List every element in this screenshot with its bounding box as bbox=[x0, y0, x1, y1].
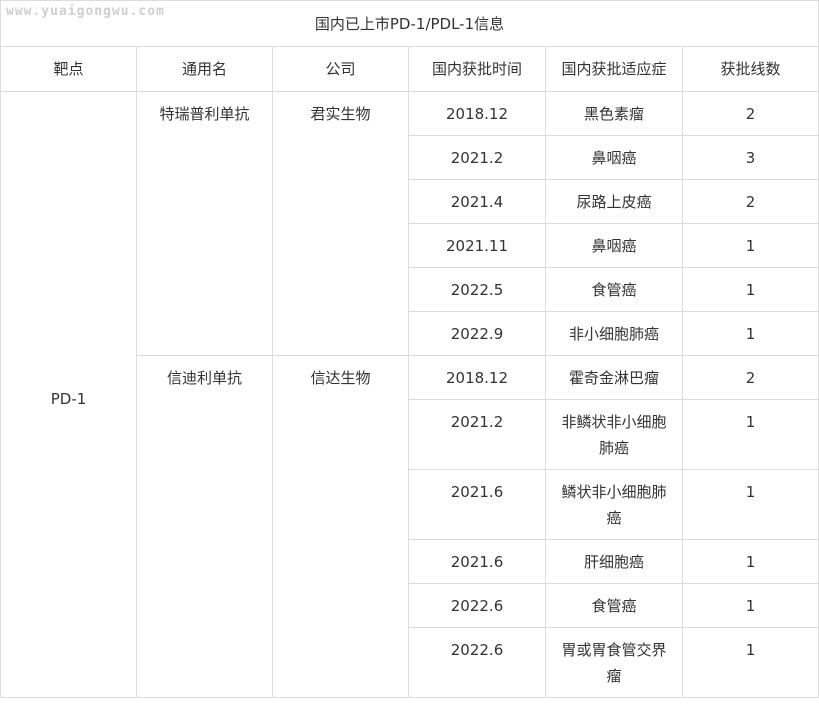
line-cell: 1 bbox=[681, 267, 819, 312]
indication-cell: 肝细胞癌 bbox=[545, 539, 683, 584]
indication-cell: 非小细胞肺癌 bbox=[545, 311, 683, 356]
line-cell: 1 bbox=[681, 399, 819, 470]
indication-cell: 食管癌 bbox=[545, 267, 683, 312]
indication-text: 非鳞状非小细胞肺癌 bbox=[561, 413, 667, 457]
approval-time-cell: 2021.11 bbox=[408, 223, 546, 268]
indication-text: 鳞状非小细胞肺癌 bbox=[561, 483, 667, 527]
line-cell: 2 bbox=[681, 179, 819, 224]
indication-cell: 尿路上皮癌 bbox=[545, 179, 683, 224]
approval-time-cell: 2022.9 bbox=[408, 311, 546, 356]
approval-time-cell: 2021.2 bbox=[408, 399, 546, 470]
company-cell: 君实生物 bbox=[272, 91, 409, 356]
generic-name-cell: 特瑞普利单抗 bbox=[136, 91, 273, 356]
line-cell: 2 bbox=[681, 91, 819, 136]
indication-cell: 霍奇金淋巴瘤 bbox=[545, 355, 683, 400]
header-indication: 国内获批适应症 bbox=[545, 46, 683, 92]
header-generic-name: 通用名 bbox=[136, 46, 273, 92]
approval-time-cell: 2021.6 bbox=[408, 539, 546, 584]
approval-time-cell: 2021.6 bbox=[408, 469, 546, 540]
line-cell: 2 bbox=[681, 355, 819, 400]
header-approval-time: 国内获批时间 bbox=[408, 46, 546, 92]
approval-time-cell: 2018.12 bbox=[408, 91, 546, 136]
line-cell: 3 bbox=[681, 135, 819, 180]
indication-cell: 鼻咽癌 bbox=[545, 135, 683, 180]
indication-text: 胃或胃食管交界瘤 bbox=[561, 641, 667, 685]
generic-name-cell: 信迪利单抗 bbox=[136, 355, 273, 698]
table-row: PD-1 特瑞普利单抗 君实生物 2018.12 黑色素瘤 2 bbox=[0, 91, 819, 698]
indication-cell: 胃或胃食管交界瘤 bbox=[545, 627, 683, 698]
line-cell: 1 bbox=[681, 539, 819, 584]
company-cell: 信达生物 bbox=[272, 355, 409, 698]
approval-time-cell: 2022.6 bbox=[408, 583, 546, 628]
target-cell: PD-1 bbox=[0, 91, 137, 698]
header-target: 靶点 bbox=[0, 46, 137, 92]
indication-cell: 食管癌 bbox=[545, 583, 683, 628]
approval-time-cell: 2018.12 bbox=[408, 355, 546, 400]
header-company: 公司 bbox=[272, 46, 409, 92]
indication-cell: 鼻咽癌 bbox=[545, 223, 683, 268]
line-cell: 1 bbox=[681, 627, 819, 698]
line-cell: 1 bbox=[681, 223, 819, 268]
indication-cell: 非鳞状非小细胞肺癌 bbox=[545, 399, 683, 470]
approval-time-cell: 2021.2 bbox=[408, 135, 546, 180]
approval-time-cell: 2021.4 bbox=[408, 179, 546, 224]
indication-cell: 黑色素瘤 bbox=[545, 91, 683, 136]
header-line: 获批线数 bbox=[681, 46, 819, 92]
line-cell: 1 bbox=[681, 583, 819, 628]
line-cell: 1 bbox=[681, 469, 819, 540]
approval-time-cell: 2022.6 bbox=[408, 627, 546, 698]
indication-cell: 鳞状非小细胞肺癌 bbox=[545, 469, 683, 540]
site-watermark: www.yuaigongwu.com bbox=[6, 4, 165, 19]
approval-time-cell: 2022.5 bbox=[408, 267, 546, 312]
line-cell: 1 bbox=[681, 311, 819, 356]
pd1-info-table: 国内已上市PD-1/PDL-1信息 靶点 通用名 公司 国内获批时间 国内获批适… bbox=[0, 0, 819, 698]
